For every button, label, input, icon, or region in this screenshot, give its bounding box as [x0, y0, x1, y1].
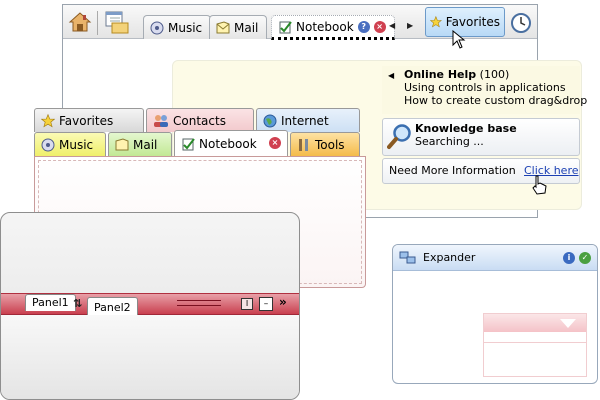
- tab-internet-label: Internet: [281, 113, 329, 128]
- tab-contacts-label: Contacts: [173, 113, 226, 128]
- info-icon[interactable]: i: [563, 252, 575, 264]
- tab-favorites-label: Favorites: [59, 113, 114, 128]
- magnifier-icon: [387, 124, 411, 149]
- minimize-icon[interactable]: –: [259, 297, 273, 311]
- tab-separator: [97, 11, 98, 35]
- people-icon: [154, 114, 168, 127]
- collapse-arrow-icon[interactable]: ◀: [388, 71, 394, 80]
- check-icon[interactable]: ✓: [579, 252, 591, 264]
- swap-arrows-icon[interactable]: ⇅: [73, 297, 82, 310]
- mail-icon: [216, 20, 230, 33]
- star-icon: [430, 15, 442, 28]
- notebook-check-icon: [279, 20, 292, 33]
- help-topic-controls[interactable]: Using controls in applications: [404, 81, 566, 94]
- cd-icon: [41, 138, 55, 151]
- tab-mail-label: Mail: [133, 137, 158, 152]
- tab-notebook-label: Notebook: [296, 19, 354, 34]
- panel-window: Panel1 ⇅ Panel2 I – »: [0, 212, 300, 400]
- tab-panel2[interactable]: Panel2: [87, 297, 138, 317]
- online-help-title: Online Help: [404, 68, 477, 81]
- tab-favorites[interactable]: Favorites: [34, 108, 144, 132]
- tab-panel1[interactable]: Panel1: [25, 294, 76, 311]
- tab-internet[interactable]: Internet: [256, 108, 360, 132]
- knowledge-base-title: Knowledge base: [415, 122, 517, 135]
- cursor-arrow-icon: [452, 30, 466, 49]
- more-info-card: Need More Information Click here: [382, 158, 580, 184]
- drag-handle[interactable]: [177, 300, 221, 306]
- more-info-text: Need More Information: [389, 164, 516, 177]
- tab-mail-label: Mail: [234, 20, 259, 35]
- panel-content-area: [1, 315, 299, 399]
- tab-music-label: Music: [59, 137, 94, 152]
- tab-notebook[interactable]: Notebook ×: [174, 130, 288, 157]
- expand-down-icon[interactable]: »: [279, 295, 287, 309]
- cd-icon: [150, 21, 164, 34]
- scroll-left-icon[interactable]: ◀: [389, 21, 395, 30]
- tab-music-label: Music: [168, 20, 203, 35]
- calendar-folder-icon[interactable]: [103, 8, 131, 36]
- tab-tools-label: Tools: [315, 137, 345, 152]
- tab-notebook[interactable]: Notebook ? ×: [271, 15, 395, 40]
- scroll-right-icon[interactable]: ▶: [407, 21, 413, 30]
- panel-tab-strip: Panel1 ⇅ Panel2 I – »: [1, 293, 299, 317]
- online-help-count: (100): [479, 68, 510, 81]
- clock-icon[interactable]: [509, 11, 533, 35]
- expander-header[interactable]: Expander i ✓: [393, 245, 597, 271]
- expander-window: Expander i ✓: [392, 244, 598, 384]
- network-icon: [399, 251, 416, 263]
- hand-cursor-icon: [532, 175, 547, 195]
- tab-mail[interactable]: Mail: [108, 132, 172, 156]
- help-topic-dragdrop[interactable]: How to create custom drag&drop: [404, 94, 587, 107]
- close-icon[interactable]: ×: [269, 137, 281, 149]
- dropdown-triangle-icon: [560, 319, 576, 328]
- online-help-card[interactable]: ◀ Online Help (100) Using controls in ap…: [382, 66, 587, 114]
- pin-icon[interactable]: I: [241, 298, 253, 310]
- favorites-button-label: Favorites: [445, 15, 500, 29]
- tab-mail[interactable]: Mail: [209, 15, 268, 39]
- notebook-check-icon: [182, 138, 195, 151]
- expander-title: Expander: [423, 251, 476, 264]
- close-icon[interactable]: ×: [373, 20, 386, 33]
- tab-tools[interactable]: Tools: [290, 132, 360, 156]
- tab-notebook-label: Notebook: [199, 137, 257, 151]
- knowledge-base-card[interactable]: Knowledge base Searching ...: [382, 118, 580, 156]
- tab-panel2-label: Panel2: [94, 301, 131, 314]
- tab-contacts[interactable]: Contacts: [146, 108, 254, 132]
- star-icon: [41, 113, 55, 127]
- tab-music[interactable]: Music: [34, 132, 106, 156]
- help-icon[interactable]: ?: [357, 20, 370, 33]
- tab-music[interactable]: Music: [143, 15, 212, 39]
- globe-icon: [263, 114, 277, 127]
- tab-panel1-label: Panel1: [32, 296, 69, 309]
- mini-window-preview: [483, 313, 587, 377]
- home-icon[interactable]: [67, 9, 93, 35]
- tools-icon: [299, 138, 308, 151]
- mail-icon: [115, 137, 129, 150]
- knowledge-base-status: Searching ...: [415, 135, 484, 148]
